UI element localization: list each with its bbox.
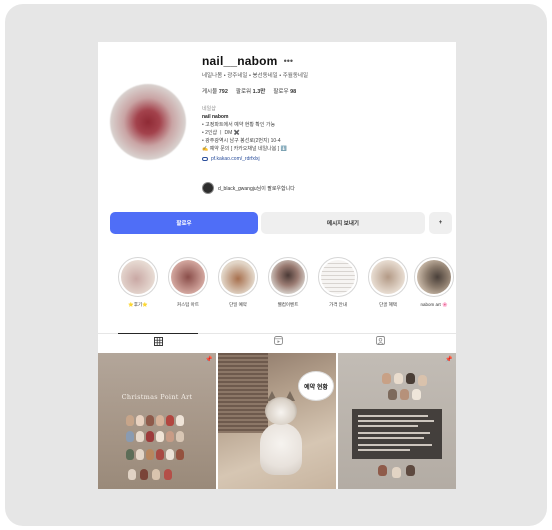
- highlight-ring: [268, 257, 308, 297]
- cat-head: [265, 397, 297, 425]
- message-button[interactable]: 메시지 보내기: [261, 212, 425, 234]
- tab-tagged[interactable]: [340, 333, 420, 348]
- highlight-thumbnail: [171, 260, 205, 294]
- profile-stats: 게시물 792 팔로워 1.3만 팔로우 98: [202, 87, 296, 95]
- highlight-ring: [414, 257, 454, 297]
- highlight-thumbnail: [321, 260, 355, 294]
- profile-avatar[interactable]: [110, 84, 186, 160]
- highlight-label: 커스텀 아트: [177, 302, 199, 307]
- pin-icon: 📌: [445, 357, 453, 363]
- highlight-label: nabom art 🌸: [420, 302, 448, 307]
- followed-by[interactable]: d_black_gwangju님이 팔로우합니다: [202, 182, 295, 194]
- window-blinds: [218, 353, 268, 433]
- profile-categories: 네일나봄 • 광주네일 • 봉선동네일 • 주월동네일: [202, 73, 309, 79]
- bio-category: 네일샵: [202, 106, 216, 112]
- stat-posts[interactable]: 게시물 792: [202, 87, 228, 95]
- bio-link[interactable]: pf.kakao.com/_rdrfxlxj: [202, 155, 442, 163]
- highlight-thumbnail: [271, 260, 305, 294]
- follow-button[interactable]: 팔로우: [110, 212, 258, 234]
- highlight-price-guide[interactable]: 가격 안내: [316, 257, 360, 308]
- highlight-thumbnail: [371, 260, 405, 294]
- notice-card: [352, 409, 442, 459]
- stat-followers-label: 팔로워: [235, 89, 252, 95]
- stat-following-value: 98: [290, 89, 297, 95]
- grid-icon: [153, 336, 163, 346]
- speech-bubble: 예약 현황: [298, 371, 334, 401]
- highlight-label: 단일 예약: [229, 302, 247, 307]
- highlight-label: 가격 안내: [329, 302, 347, 307]
- instagram-profile: nail__nabom ••• 네일나봄 • 광주네일 • 봉선동네일 • 주월…: [98, 42, 456, 489]
- highlight-thumbnail: [221, 260, 255, 294]
- username: nail__nabom: [202, 54, 278, 68]
- post-thumbnail[interactable]: 📌: [338, 353, 456, 489]
- follower-avatar: [202, 182, 214, 194]
- stat-followers[interactable]: 팔로워 1.3만: [236, 87, 265, 95]
- link-icon: [202, 157, 208, 161]
- highlight-ring: [118, 257, 158, 297]
- bio-line: • 고정파트에서 예약 현황 확인 가능: [202, 122, 276, 128]
- highlight-regular-benefits[interactable]: 단골 혜택: [366, 257, 410, 308]
- profile-tabs: [98, 333, 456, 348]
- tagged-icon: [375, 336, 385, 345]
- highlight-reviews[interactable]: ⭐️후기⭐️: [116, 257, 160, 308]
- story-highlights: ⭐️후기⭐️ 커스텀 아트 단일 예약 웰컴이벤트 가격 안내 단골 혜택 na…: [112, 257, 456, 319]
- bio-line: • 광주광역시 남구 봉선로(2번지) 10-4: [202, 138, 281, 144]
- add-user-icon: +: [438, 220, 443, 226]
- cat-body: [260, 423, 302, 475]
- highlight-thumbnail: [417, 260, 451, 294]
- tab-posts[interactable]: [118, 333, 198, 348]
- stat-following[interactable]: 팔로우 98: [273, 87, 296, 95]
- highlight-label: 단골 혜택: [379, 302, 397, 307]
- followed-by-text: d_black_gwangju님이 팔로우합니다: [218, 185, 295, 192]
- highlight-label: ⭐️후기⭐️: [128, 302, 148, 307]
- highlight-single-booking[interactable]: 단일 예약: [216, 257, 260, 308]
- highlight-ring: [218, 257, 258, 297]
- bio-line: ✍️ 예약 문의 [ 카카오채널 네일나봄 ] ⬇️: [202, 146, 287, 152]
- highlight-custom-art[interactable]: 커스텀 아트: [166, 257, 210, 308]
- bio-name: nail nabom: [202, 114, 229, 120]
- more-options-icon[interactable]: •••: [284, 56, 293, 66]
- highlight-thumbnail: [121, 260, 155, 294]
- profile-bio: 네일샵 nail nabom • 고정파트에서 예약 현황 확인 가능 • 2인…: [202, 105, 442, 163]
- add-user-button[interactable]: +: [429, 212, 452, 234]
- bio-line: • 2인샵 ㅣ DM ✖️: [202, 130, 240, 136]
- highlight-ring: [318, 257, 358, 297]
- stat-posts-label: 게시물: [202, 89, 218, 95]
- stat-following-label: 팔로우: [273, 89, 289, 95]
- stat-posts-value: 792: [218, 89, 228, 95]
- username-row: nail__nabom •••: [202, 54, 293, 68]
- highlight-ring: [368, 257, 408, 297]
- post-thumbnail[interactable]: 📌 Christmas Point Art: [98, 353, 216, 489]
- pin-icon: 📌: [205, 357, 213, 363]
- stat-followers-value: 1.3만: [252, 89, 266, 95]
- post-title: Christmas Point Art: [121, 393, 193, 401]
- highlight-label: 웰컴이벤트: [277, 302, 299, 307]
- reels-icon: [273, 336, 283, 345]
- highlight-welcome-event[interactable]: 웰컴이벤트: [266, 257, 310, 308]
- bio-link-text: pf.kakao.com/_rdrfxlxj: [211, 156, 260, 162]
- highlight-nabom-art[interactable]: nabom art 🌸: [412, 257, 456, 308]
- post-thumbnail[interactable]: 예약 현황: [218, 353, 336, 489]
- tab-reels[interactable]: [238, 333, 318, 348]
- highlight-ring: [168, 257, 208, 297]
